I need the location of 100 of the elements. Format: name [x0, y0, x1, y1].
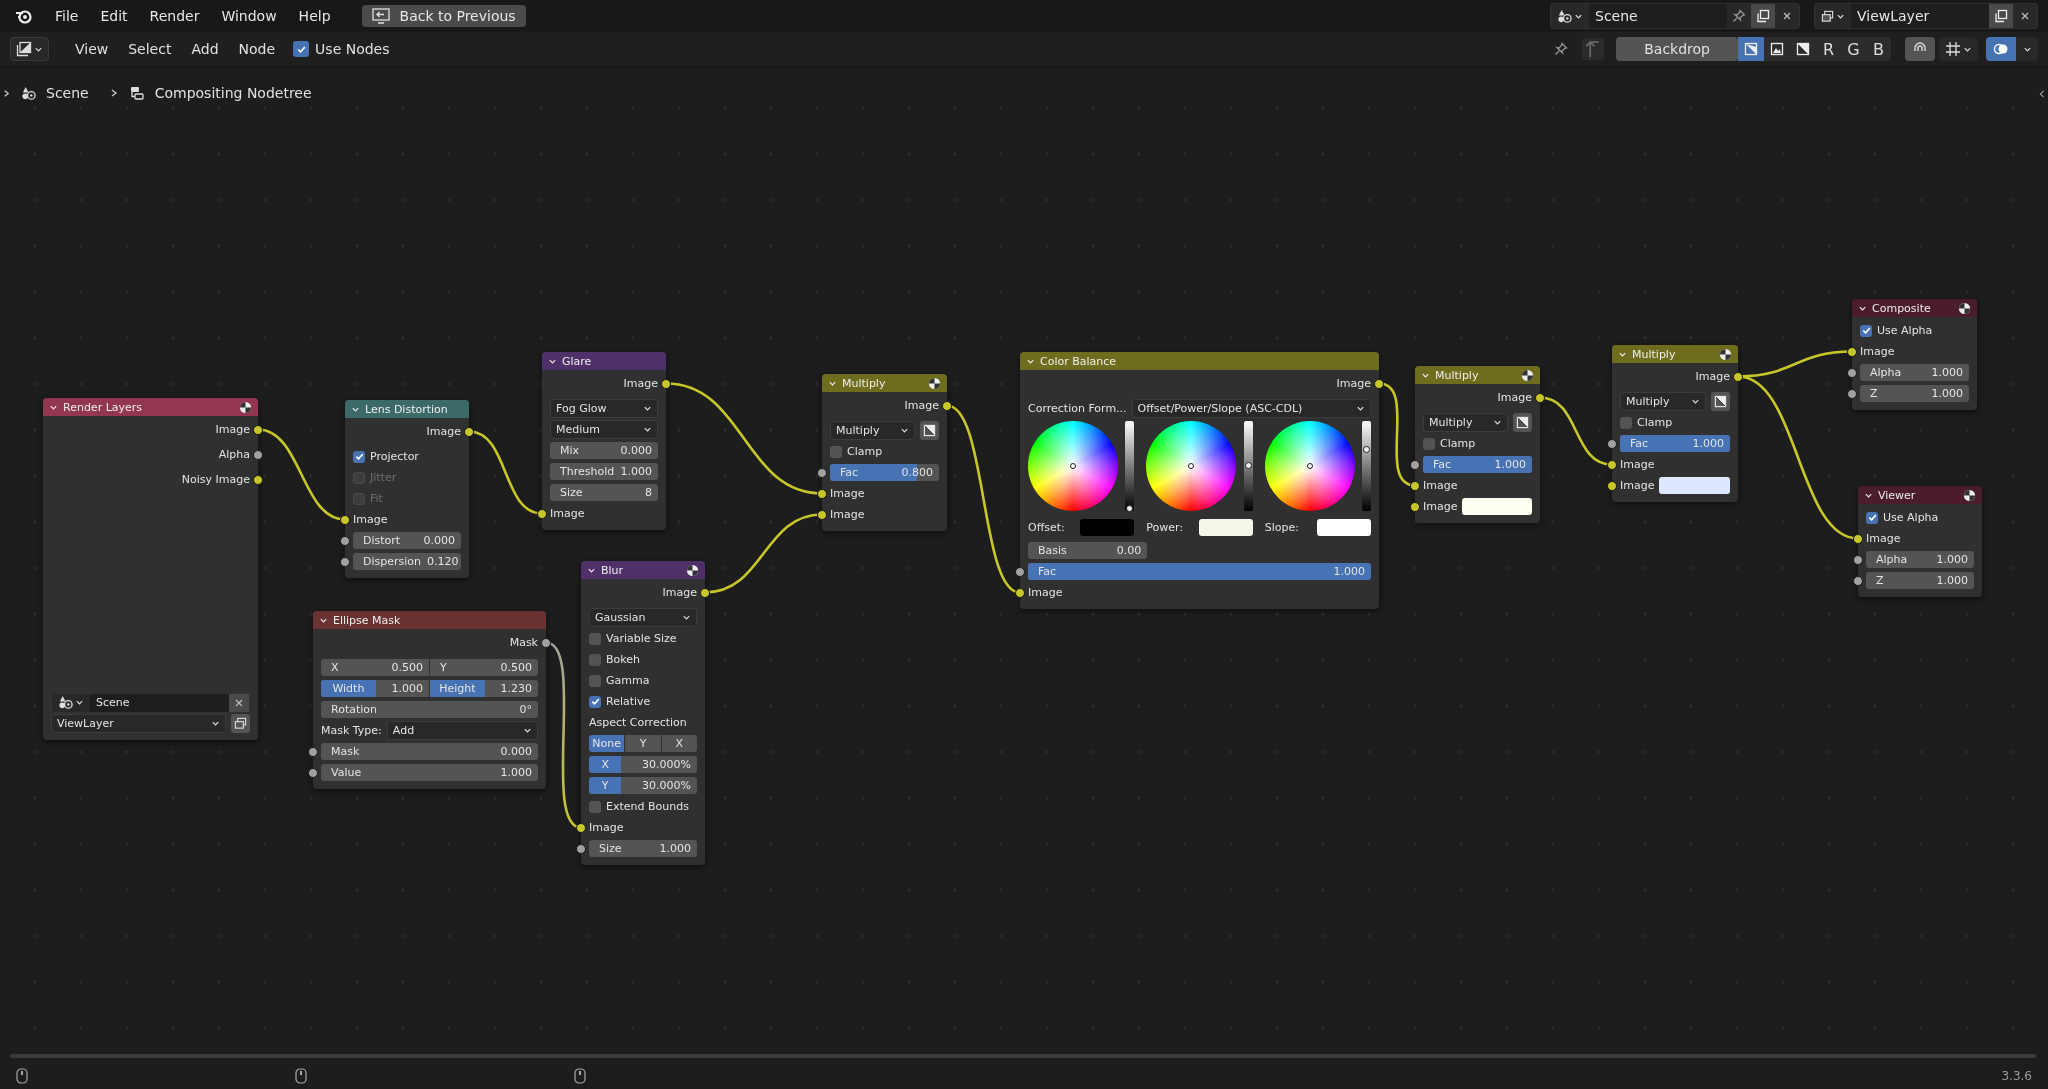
dropdown[interactable]: Medium [550, 420, 658, 439]
socket-dot[interactable] [661, 378, 671, 389]
toggle-button[interactable]: Y [625, 735, 661, 752]
menu-item[interactable]: Window [212, 4, 286, 28]
socket-dot[interactable] [1374, 378, 1384, 389]
menu-item[interactable]: View [67, 37, 117, 61]
number-field[interactable]: Value 1.000 [321, 764, 538, 781]
toggle-button[interactable] [1738, 37, 1764, 61]
icon-button[interactable] [1711, 392, 1730, 411]
dropdown[interactable]: Multiply [1620, 392, 1706, 411]
icon-button[interactable] [920, 421, 939, 440]
dropdown[interactable]: Multiply [1423, 413, 1508, 432]
socket-dot[interactable] [1607, 438, 1617, 449]
socket-dot[interactable] [1733, 371, 1743, 382]
socket-dot[interactable] [576, 843, 586, 854]
socket-dot[interactable] [253, 474, 263, 485]
menu-item[interactable]: Help [289, 4, 340, 28]
dropdown[interactable]: ViewLayer [51, 714, 226, 733]
checkbox[interactable] [589, 653, 601, 666]
menu-item[interactable]: Edit [91, 4, 137, 28]
channel-button[interactable]: R [1816, 39, 1841, 59]
socket-dot[interactable] [1853, 575, 1863, 586]
editor-type-button[interactable] [10, 37, 49, 61]
pin-icon[interactable] [1554, 42, 1569, 56]
socket-dot[interactable] [576, 822, 586, 833]
socket-dot[interactable] [1853, 533, 1863, 544]
preview-sphere-icon[interactable] [928, 376, 941, 390]
icon-button[interactable] [231, 714, 250, 733]
number-field[interactable]: Mask 0.000 [321, 743, 538, 760]
socket-dot[interactable] [1607, 480, 1617, 491]
socket-dot[interactable] [340, 556, 350, 567]
preview-sphere-icon[interactable] [1963, 488, 1976, 502]
toggle-button[interactable]: None [589, 735, 625, 752]
socket-dot[interactable] [340, 514, 350, 525]
socket-dot[interactable] [1607, 459, 1617, 470]
socket-dot[interactable] [1410, 459, 1420, 470]
channel-button[interactable]: G [1841, 39, 1866, 59]
checkbox[interactable] [293, 41, 310, 57]
menu-item[interactable]: Add [183, 37, 227, 61]
socket-dot[interactable] [537, 508, 547, 519]
number-field[interactable]: Height 1.230 [430, 680, 538, 697]
number-field[interactable]: Y 30.000% [589, 777, 697, 794]
menu-item[interactable]: Render [140, 4, 209, 28]
socket-dot[interactable] [253, 449, 263, 460]
value-slider[interactable] [1362, 421, 1371, 511]
number-field[interactable]: Z 1.000 [1866, 572, 1974, 589]
preview-sphere-icon[interactable] [686, 563, 699, 577]
socket-dot[interactable] [817, 509, 827, 520]
number-field[interactable]: Distort 0.000 [353, 532, 461, 549]
number-field[interactable]: Y 0.500 [430, 659, 538, 676]
backdrop-button[interactable]: Backdrop [1616, 37, 1738, 61]
preview-sphere-icon[interactable] [1958, 301, 1971, 315]
socket-dot[interactable] [1535, 392, 1545, 403]
preview-sphere-icon[interactable] [239, 400, 252, 414]
checkbox[interactable] [1866, 511, 1878, 524]
socket-dot[interactable] [340, 535, 350, 546]
checkbox[interactable] [830, 445, 842, 458]
number-field[interactable]: Fac 1.000 [1028, 563, 1371, 580]
number-field[interactable]: Size 8 [550, 484, 658, 501]
checkbox[interactable] [1620, 416, 1632, 429]
socket-dot[interactable] [464, 426, 474, 437]
socket-dot[interactable] [308, 746, 318, 757]
preview-sphere-icon[interactable] [1521, 368, 1534, 382]
socket-dot[interactable] [942, 400, 952, 411]
chevron-left-icon[interactable] [2038, 89, 2046, 99]
snap-mode-dropdown[interactable] [1939, 37, 1978, 61]
socket-dot[interactable] [817, 467, 827, 478]
checkbox[interactable] [353, 450, 365, 463]
breadcrumb-item[interactable]: Scene [46, 85, 89, 101]
checkbox[interactable] [589, 800, 601, 813]
dropdown-button[interactable] [2016, 37, 2038, 61]
socket-dot[interactable] [1847, 367, 1857, 378]
number-field[interactable]: Alpha 1.000 [1866, 551, 1974, 568]
number-field[interactable]: Basis 0.00 [1028, 542, 1148, 559]
number-field[interactable]: Width 1.000 [321, 680, 429, 697]
socket-dot[interactable] [1015, 566, 1025, 577]
dropdown[interactable]: Fog Glow [550, 399, 658, 418]
number-field[interactable]: Alpha 1.000 [1860, 364, 1969, 381]
icon-button[interactable] [1513, 413, 1532, 432]
number-field[interactable]: Mix 0.000 [550, 442, 658, 459]
number-field[interactable]: Size 1.000 [589, 840, 697, 857]
slider-thumb[interactable] [1244, 462, 1252, 469]
color-swatch[interactable] [1080, 519, 1135, 536]
snap-button[interactable] [1905, 37, 1935, 61]
back-button[interactable]: Back to Previous [361, 5, 526, 27]
number-field[interactable]: Threshold 1.000 [550, 463, 658, 480]
dropdown[interactable]: Gaussian [589, 608, 697, 627]
number-field[interactable]: Fac 1.000 [1423, 456, 1532, 473]
color-swatch[interactable] [1198, 519, 1253, 536]
preview-sphere-icon[interactable] [1719, 347, 1732, 361]
number-field[interactable]: Fac 1.000 [1620, 435, 1730, 452]
value-slider[interactable] [1125, 421, 1135, 511]
checkbox[interactable] [1423, 437, 1435, 450]
socket-dot[interactable] [1847, 346, 1857, 357]
toggle-button[interactable]: X [661, 735, 697, 752]
number-field[interactable]: X 0.500 [321, 659, 429, 676]
number-field[interactable]: Z 1.000 [1860, 385, 1969, 402]
socket-dot[interactable] [308, 767, 318, 778]
value-slider[interactable] [1243, 421, 1253, 511]
checkbox[interactable] [1860, 324, 1872, 337]
